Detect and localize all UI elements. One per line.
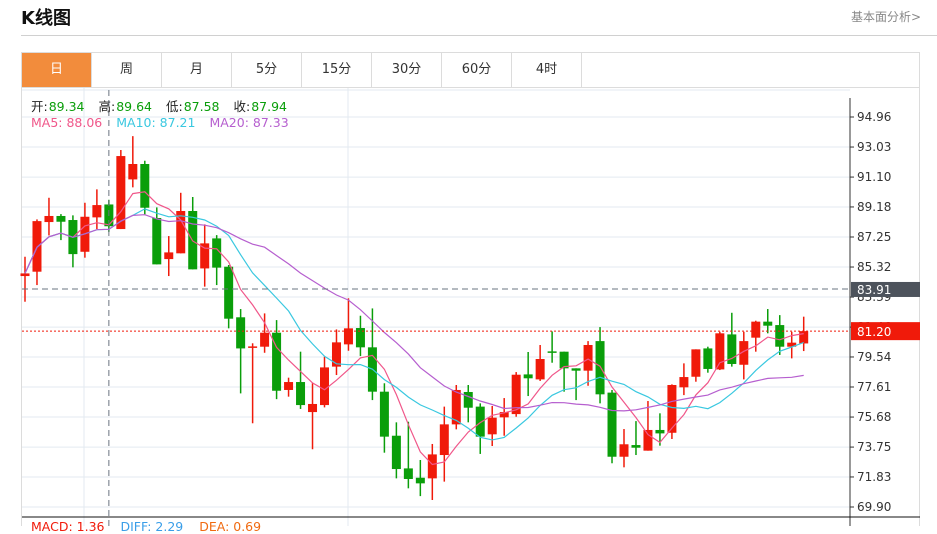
ma20-legend: MA20: 87.33 [209,115,289,130]
candle-body [523,374,533,379]
candle-body [20,273,30,277]
last-price-label: 81.20 [857,325,891,339]
candle-body [775,325,785,347]
candle-body [463,391,473,408]
kline-chart[interactable]: 94.9693.0391.1089.1887.2585.3283.3981.46… [0,0,937,526]
candle-body [571,368,581,371]
candle-body [320,367,329,406]
candle-body [379,391,389,437]
y-tick-label: 93.03 [857,140,891,154]
close-label: 收: [233,99,251,114]
candle-body [128,163,138,180]
candle-body [403,468,413,479]
candle-body [679,377,689,388]
candle-body [607,392,617,457]
candle-body [583,344,593,371]
candle-body [439,424,449,456]
y-tick-label: 87.25 [857,230,891,244]
candle-body [475,406,485,437]
macd-legend: MACD: 1.36 DIFF: 2.29 DEA: 0.69 [31,519,273,534]
y-tick-label: 73.75 [857,440,891,454]
candle-body [667,384,677,433]
y-tick-label: 75.68 [857,410,891,424]
candle-body [92,205,102,218]
candle-body [643,429,653,451]
diff-value: DIFF: 2.29 [120,519,184,534]
high-label: 高: [98,99,116,114]
candle-body [655,429,665,434]
candle-body [44,215,54,223]
candle-body [152,218,162,265]
candle-body [487,417,497,435]
candle-body [260,332,270,347]
candle-body [631,445,641,448]
crosshair-price-label: 83.91 [857,283,891,297]
low-label: 低: [166,99,183,114]
low-value: 87.58 [183,99,220,114]
ma5-line [24,191,804,466]
y-tick-label: 89.18 [857,200,891,214]
ma5-legend: MA5: 88.06 [31,115,103,130]
y-tick-label: 69.90 [857,500,891,514]
candle-body [427,454,437,479]
macd-value: MACD: 1.36 [31,519,105,534]
candle-body [200,243,210,269]
candle-body [415,477,425,484]
open-value: 89.34 [48,99,85,114]
candle-body [595,341,605,395]
candle-body [308,403,318,413]
ma-legend: MA5: 88.06 MA10: 87.21 MA20: 87.33 [31,115,299,130]
candle-body [703,348,713,369]
y-tick-label: 94.96 [857,110,891,124]
candle-body [236,317,246,349]
candle-body [391,435,401,470]
candle-body [751,321,761,338]
candle-body [56,215,66,222]
candle-body [296,382,306,406]
high-value: 89.64 [116,99,153,114]
candle-body [763,321,773,326]
candle-body [140,163,150,208]
dea-value: DEA: 0.69 [199,519,262,534]
candle-body [331,342,341,367]
candle-body [691,349,701,377]
y-tick-label: 85.32 [857,260,891,274]
candle-body [715,333,725,370]
y-tick-label: 71.83 [857,470,891,484]
ohlc-readout: 开:89.34 高:89.64 低:87.58 收:87.94 [31,96,297,115]
ma10-legend: MA10: 87.21 [116,115,196,130]
open-label: 开: [31,99,48,114]
candle-body [116,156,126,230]
candle-body [32,221,42,272]
ma10-line [24,208,804,441]
candle-body [284,382,294,390]
close-value: 87.94 [251,99,288,114]
candle-body [248,346,258,348]
candle-body [164,252,174,260]
candle-body [224,266,234,319]
candle-body [619,444,629,457]
y-tick-label: 91.10 [857,170,891,184]
y-tick-label: 79.54 [857,350,891,364]
y-tick-label: 77.61 [857,380,891,394]
candle-body [799,331,809,344]
candle-body [535,358,545,380]
candle-body [547,351,557,353]
